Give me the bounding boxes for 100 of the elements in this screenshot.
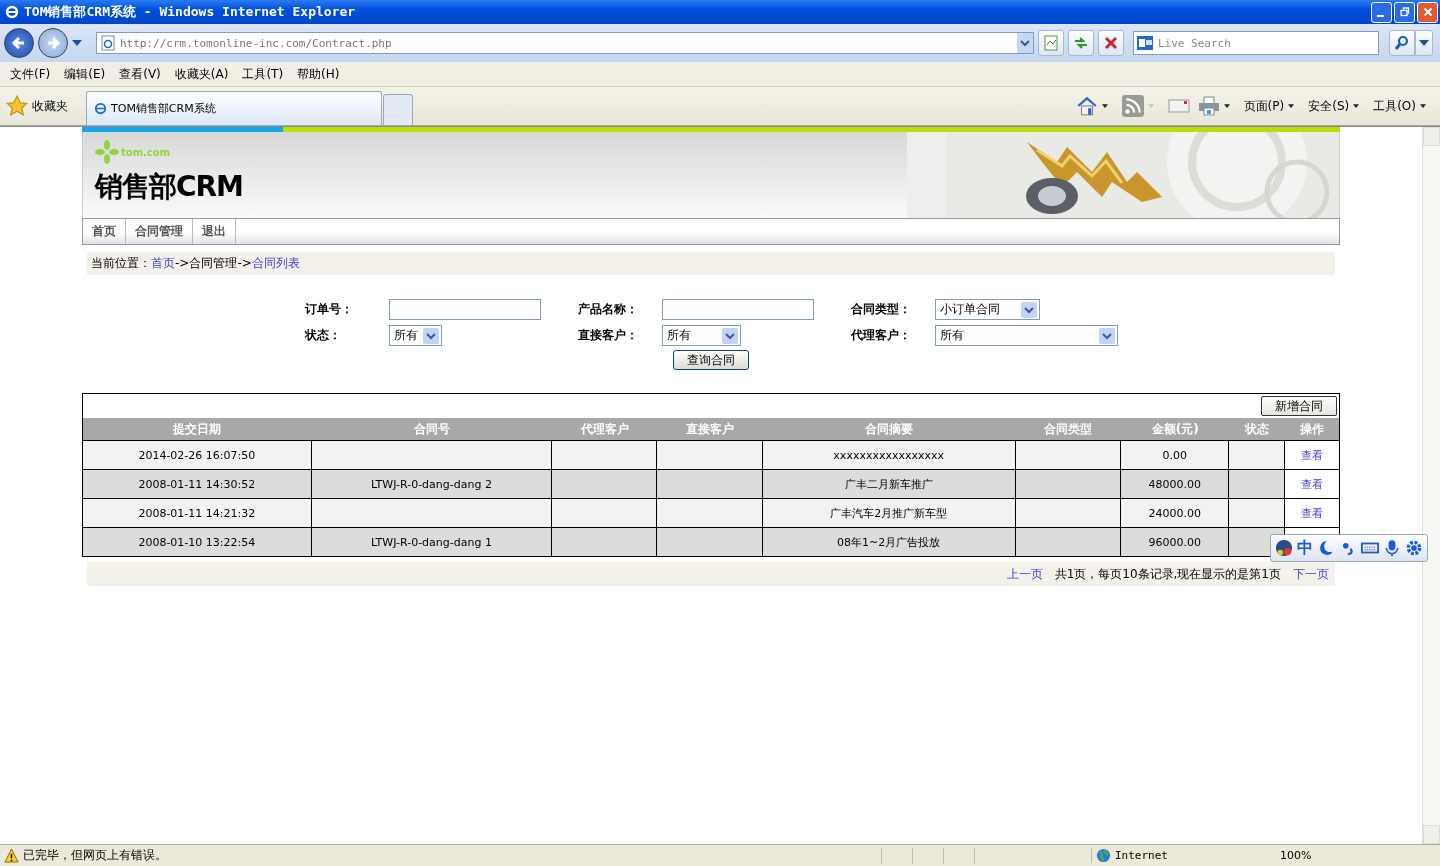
page-info: 共1页，每页10条记录,现在显示的是第1页 (1054, 565, 1281, 583)
column-header: 金额(元) (1150, 420, 1200, 438)
previous-page-link[interactable]: 上一页 (1006, 565, 1043, 583)
add-contract-button[interactable]: 新增合同 (1261, 396, 1337, 416)
select-field[interactable]: 小订单合同 (935, 299, 1040, 320)
page-icon (101, 35, 115, 51)
command-menu[interactable]: 工具(O) (1373, 97, 1416, 115)
column-header: 合同类型 (1043, 420, 1094, 438)
table-cell: 2008-01-10 13:22:54 (138, 535, 256, 549)
select-field[interactable]: 所有 (662, 325, 741, 346)
field-label: 订单号： (305, 301, 354, 318)
column-header: 直接客户 (685, 420, 735, 438)
field-label: 直接客户： (578, 327, 639, 344)
menu-item[interactable]: 查看(V) (119, 65, 161, 83)
table-cell: 2008-01-11 14:30:52 (138, 477, 256, 491)
moon-icon[interactable] (1317, 539, 1335, 557)
select-field[interactable]: 所有 (389, 325, 442, 346)
logo-text: tom.com (121, 146, 171, 158)
forward-button[interactable] (38, 28, 68, 58)
address-field[interactable]: http://crm.tomonline-inc.com/Contract.php (96, 32, 1034, 54)
settings-icon[interactable] (1405, 539, 1423, 557)
menu-item[interactable]: 文件(F) (10, 65, 51, 83)
restore-button[interactable] (1394, 1, 1415, 23)
back-button[interactable] (4, 28, 34, 58)
column-header: 代理客户 (579, 420, 630, 438)
table-cell: 96000.00 (1148, 535, 1201, 549)
command-menu[interactable]: 安全(S) (1308, 97, 1350, 115)
browser-icon (93, 101, 108, 116)
table-cell: LTWJ-R-0-dang-dang 2 (370, 477, 492, 491)
field-label: 合同类型： (851, 301, 912, 318)
text-field[interactable] (389, 299, 541, 320)
table-cell: 2014-02-26 16:07:50 (138, 448, 256, 462)
table-cell: 2008-01-11 14:21:32 (138, 506, 256, 520)
window-title: TOM销售部CRM系统 - Windows Internet Explorer (24, 3, 357, 21)
search-icon (1394, 35, 1410, 51)
search-button[interactable]: 查询合同 (673, 350, 749, 370)
warning-icon[interactable] (4, 848, 19, 863)
scrollbar[interactable] (1422, 127, 1440, 844)
url-text: http://crm.tomonline-inc.com/Contract.php (120, 36, 393, 50)
table-cell: 24000.00 (1148, 506, 1201, 520)
menu-item[interactable]: 帮助(H) (297, 65, 340, 83)
feed-icon[interactable] (1121, 95, 1144, 117)
microphone-icon[interactable] (1383, 539, 1401, 557)
home-icon[interactable] (1075, 95, 1098, 117)
nav-tab[interactable]: 退出 (193, 219, 236, 244)
search-options-button[interactable] (1415, 30, 1433, 56)
command-menu[interactable]: 页面(P) (1243, 97, 1285, 115)
field-label: 产品名称： (578, 301, 639, 318)
close-icon (1422, 7, 1433, 17)
refresh-button[interactable] (1068, 30, 1094, 56)
stop-button[interactable] (1098, 30, 1124, 56)
caret-icon (1419, 40, 1429, 46)
flower-logo-icon (95, 140, 119, 164)
table-cell: LTWJ-R-0-dang-dang 1 (370, 535, 492, 549)
browser-icon (4, 4, 20, 20)
page-chart-icon (1043, 35, 1059, 51)
nav-tab[interactable]: 合同管理 (126, 219, 193, 244)
ime-mode[interactable]: 中 (1297, 537, 1313, 559)
caret-icon[interactable] (1353, 104, 1360, 108)
caret-icon[interactable] (1420, 104, 1426, 108)
breadcrumb-text: ->合同管理-> (175, 255, 252, 272)
close-button[interactable] (1417, 1, 1438, 23)
menu-item[interactable]: 编辑(E) (64, 65, 106, 83)
table-cell: 48000.00 (1148, 477, 1201, 491)
column-header: 合同号 (412, 420, 451, 438)
table-cell: 0.00 (1162, 448, 1187, 462)
caret-icon[interactable] (1101, 104, 1108, 108)
column-header: 合同摘要 (864, 420, 915, 438)
search-button[interactable] (1389, 30, 1415, 56)
table-cell: xxxxxxxxxxxxxxxxx (833, 448, 945, 462)
text-field[interactable] (662, 299, 814, 320)
menu-item[interactable]: 收藏夹(A) (174, 65, 229, 83)
column-header: 操作 (1299, 420, 1325, 438)
breadcrumb-link[interactable]: 合同列表 (251, 255, 300, 272)
column-header: 状态 (1243, 420, 1271, 438)
favorites-button[interactable]: 收藏夹 (4, 88, 86, 124)
restore-icon (1399, 7, 1410, 17)
table-cell: 广丰汽车2月推广新车型 (830, 505, 948, 521)
next-page-link[interactable]: 下一页 (1293, 565, 1329, 583)
ime-logo-icon[interactable] (1275, 539, 1293, 557)
caret-icon[interactable] (1288, 104, 1295, 108)
nav-tab[interactable]: 首页 (83, 219, 126, 244)
site-title: 销售部CRM (95, 169, 244, 205)
caret-icon[interactable] (1223, 104, 1230, 108)
globe-icon (1096, 848, 1111, 863)
star-icon (6, 95, 28, 117)
table-cell: 广丰二月新车推广 (844, 476, 933, 492)
minimize-button[interactable] (1371, 1, 1392, 23)
breadcrumb-link[interactable]: 首页 (151, 255, 175, 272)
zoom-level[interactable]: 100% (1280, 849, 1312, 862)
search-field[interactable]: Live Search (1133, 31, 1379, 55)
stop-icon (1103, 35, 1119, 51)
column-header: 提交日期 (172, 420, 223, 438)
select-field[interactable]: 所有 (935, 325, 1118, 346)
dropdown-arrow-icon[interactable] (72, 40, 82, 46)
menu-item[interactable]: 工具(T) (242, 65, 284, 83)
browser-tab[interactable]: TOM销售部CRM系统 (86, 91, 382, 125)
field-label: 状态： (305, 327, 342, 344)
zone-text: Internet (1115, 849, 1168, 862)
minimize-icon (1376, 14, 1384, 17)
